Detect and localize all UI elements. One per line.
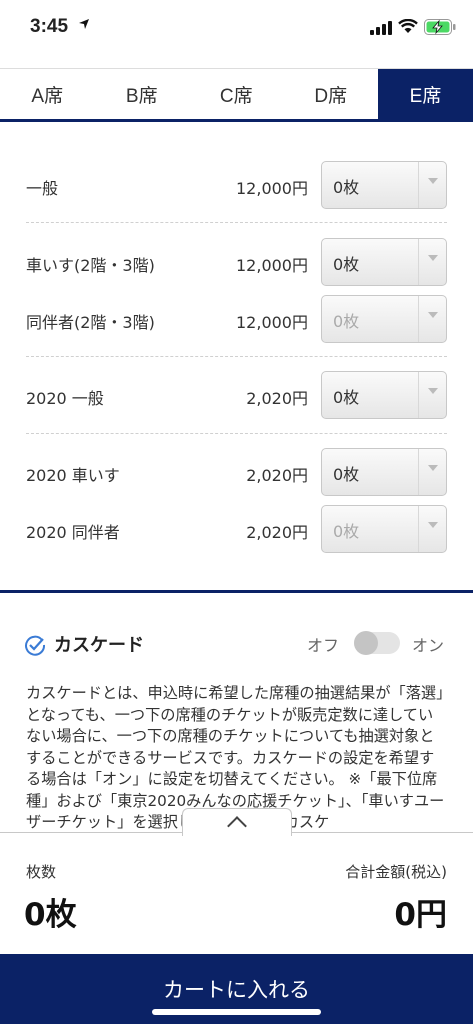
toggle-knob — [354, 631, 378, 655]
ticket-price: 2,020円 — [246, 523, 308, 542]
cascade-header: カスケード オフ オン — [24, 628, 449, 658]
ticket-row-2020-general: 2020 一般 2,020円 0枚 — [0, 371, 473, 419]
ticket-row-2020-companion: 2020 同伴者 2,020円 0枚 — [0, 505, 473, 553]
status-time: 3:45 — [30, 16, 69, 37]
quantity-select-disabled: 0枚 — [321, 295, 447, 343]
ticket-row-2020-wheelchair: 2020 車いす 2,020円 0枚 — [0, 448, 473, 496]
home-indicator — [152, 1009, 321, 1015]
tab-c-seat[interactable]: C席 — [189, 69, 284, 119]
count-value: 0枚 — [24, 897, 77, 933]
chevron-down-icon — [418, 449, 446, 495]
toggle-on-label: オン — [412, 636, 445, 655]
quantity-value: 0枚 — [333, 465, 360, 484]
chevron-down-icon — [418, 239, 446, 285]
quantity-select[interactable]: 0枚 — [321, 161, 447, 209]
ticket-price: 12,000円 — [236, 313, 308, 332]
ticket-label: 2020 車いす — [26, 466, 120, 485]
total-value: 0円 — [394, 897, 447, 933]
chevron-down-icon — [418, 506, 446, 552]
cellular-signal-icon — [370, 21, 392, 35]
quantity-select[interactable]: 0枚 — [321, 371, 447, 419]
ticket-label: 2020 同伴者 — [26, 523, 120, 542]
chevron-down-icon — [418, 296, 446, 342]
ticket-label: 2020 一般 — [26, 389, 104, 408]
ticket-price: 12,000円 — [236, 179, 308, 198]
ticket-price: 2,020円 — [246, 466, 308, 485]
divider — [26, 433, 447, 434]
location-arrow-icon — [79, 19, 89, 29]
cascade-toggle[interactable] — [354, 631, 400, 655]
wifi-icon — [398, 19, 418, 33]
ticket-price: 12,000円 — [236, 256, 308, 275]
section-divider — [0, 590, 473, 593]
count-label: 枚数 — [26, 863, 57, 881]
divider — [26, 356, 447, 357]
status-bar: 3:45 — [0, 0, 473, 60]
ticket-price: 2,020円 — [246, 389, 308, 408]
divider — [26, 222, 447, 223]
tab-d-seat[interactable]: D席 — [284, 69, 379, 119]
ticket-label: 同伴者(2階・3階) — [26, 313, 155, 332]
quantity-select[interactable]: 0枚 — [321, 448, 447, 496]
expand-panel-button[interactable] — [182, 808, 292, 836]
ticket-row-general: 一般 12,000円 0枚 — [0, 161, 473, 209]
quantity-value: 0枚 — [333, 178, 360, 197]
summary-panel: 枚数 0枚 合計金額(税込) 0円 — [0, 832, 473, 954]
quantity-value: 0枚 — [333, 522, 360, 541]
quantity-value: 0枚 — [333, 312, 360, 331]
add-to-cart-label: カートに入れる — [163, 978, 310, 1002]
ticket-row-wheelchair: 車いす(2階・3階) 12,000円 0枚 — [0, 238, 473, 286]
ticket-label: 一般 — [26, 179, 59, 198]
tab-a-seat[interactable]: A席 — [0, 69, 95, 119]
total-label: 合計金額(税込) — [345, 863, 447, 881]
chevron-down-icon — [418, 372, 446, 418]
tab-e-seat[interactable]: E席 — [378, 69, 473, 119]
tab-b-seat[interactable]: B席 — [95, 69, 190, 119]
cascade-title: カスケード — [54, 635, 144, 656]
seat-tabs: A席 B席 C席 D席 E席 — [0, 68, 473, 122]
chevron-up-icon — [227, 816, 247, 836]
quantity-value: 0枚 — [333, 255, 360, 274]
check-circle-icon — [25, 635, 46, 656]
toggle-off-label: オフ — [307, 636, 340, 655]
quantity-select-disabled: 0枚 — [321, 505, 447, 553]
ticket-label: 車いす(2階・3階) — [26, 256, 155, 275]
chevron-down-icon — [418, 162, 446, 208]
ticket-row-companion: 同伴者(2階・3階) 12,000円 0枚 — [0, 295, 473, 343]
quantity-value: 0枚 — [333, 388, 360, 407]
quantity-select[interactable]: 0枚 — [321, 238, 447, 286]
battery-charging-icon — [424, 19, 456, 35]
